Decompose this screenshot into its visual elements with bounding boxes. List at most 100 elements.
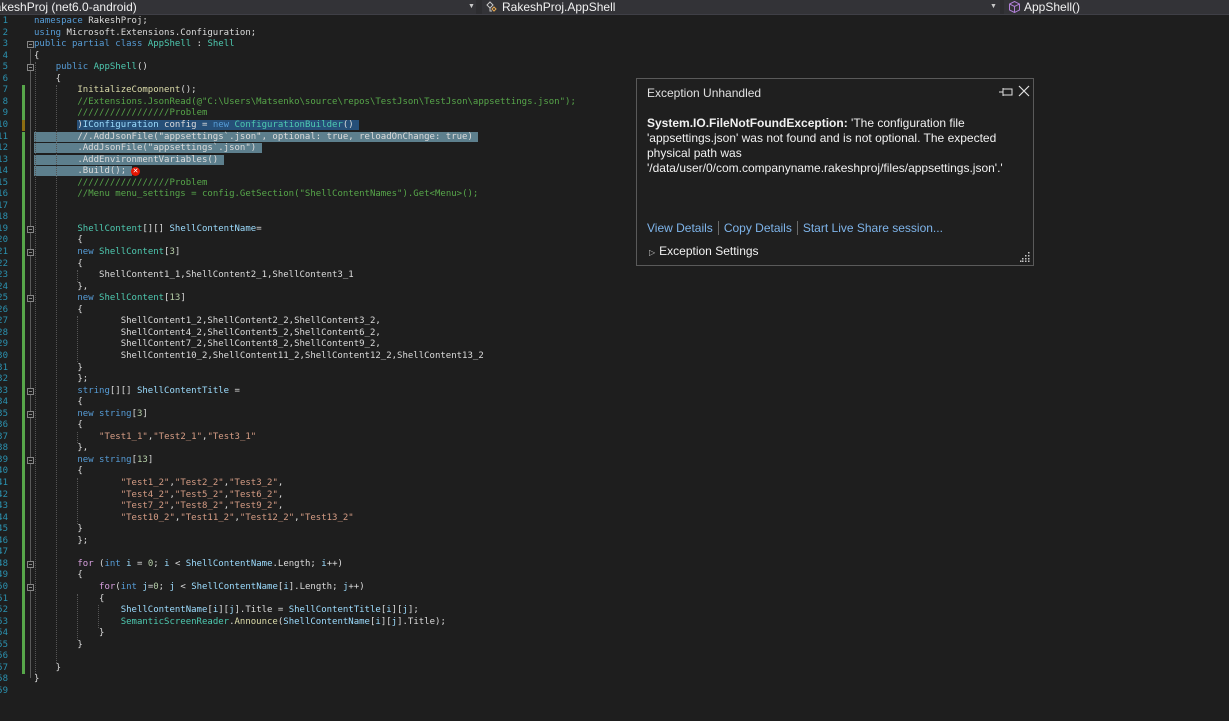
code-line[interactable]: 54 } — [0, 628, 1229, 640]
code-line[interactable]: 19 ShellContent[][] ShellContentName= — [0, 224, 1229, 236]
code-text: for (int i = 0; i < ShellContentName.Len… — [77, 558, 343, 569]
code-text: /////////////////Problem — [77, 108, 208, 119]
code-text: } — [34, 362, 83, 373]
collapse-toggle[interactable] — [27, 560, 34, 568]
code-line[interactable]: 21 new ShellContent[3] — [0, 247, 1229, 259]
code-line[interactable]: 15 /////////////////Problem — [0, 178, 1229, 190]
line-number: 53 — [0, 616, 8, 627]
code-line[interactable]: 14 .Build(); — [0, 166, 1229, 178]
code-line[interactable]: 13 .AddEnvironmentVariables() — [0, 154, 1229, 167]
code-editor[interactable]: 1 namespace RakeshProj; 2 using Microsoft.E… — [0, 15, 1229, 721]
collapse-toggle[interactable] — [27, 64, 34, 72]
collapse-toggle[interactable] — [27, 295, 34, 303]
code-line[interactable]: 23 ShellContent1_1,ShellContent2_1,Shell… — [0, 270, 1229, 282]
code-line[interactable]: 53 SemanticScreenReader.Announce(ShellCo… — [0, 617, 1229, 629]
code-line[interactable]: 11 //.AddJsonFile("appsettings`.json", o… — [0, 131, 1229, 144]
code-text: )IConfiguration config = new Configurati… — [77, 119, 360, 130]
code-line[interactable]: 7 InitializeComponent(); — [0, 85, 1229, 97]
code-line[interactable]: 50 for(int j=0; j < ShellContentName[i].… — [0, 582, 1229, 594]
code-line[interactable]: 57 } — [0, 663, 1229, 675]
code-line[interactable]: 35 new string[3] — [0, 409, 1229, 421]
code-line[interactable]: 18 — [0, 212, 1229, 224]
code-line[interactable]: 55 } — [0, 640, 1229, 652]
line-number: 22 — [0, 258, 8, 269]
code-line[interactable]: 34 { — [0, 397, 1229, 409]
code-line[interactable]: 38 }, — [0, 443, 1229, 455]
code-line[interactable]: 25 new ShellContent[13] — [0, 293, 1229, 305]
code-text: ShellContent10_2,ShellContent11_2,ShellC… — [34, 350, 484, 361]
code-line[interactable]: 1 namespace RakeshProj; — [0, 16, 1229, 28]
code-line[interactable]: 27 ShellContent1_2,ShellContent2_2,Shell… — [0, 316, 1229, 328]
resize-grip-icon[interactable] — [1020, 252, 1030, 262]
code-text: public partial class AppShell : Shell — [34, 39, 235, 50]
collapse-toggle[interactable] — [27, 225, 34, 233]
code-line[interactable]: 47 — [0, 547, 1229, 559]
code-line[interactable]: 12 .AddJsonFile("appsettings`.json") — [0, 143, 1229, 155]
code-line[interactable]: 31 } — [0, 363, 1229, 375]
collapse-toggle[interactable] — [27, 249, 34, 256]
code-line[interactable]: 20 { — [0, 235, 1229, 247]
code-line[interactable]: 2 using Microsoft.Extensions.Configuratio… — [0, 28, 1229, 40]
code-line[interactable]: 36 { — [0, 420, 1229, 432]
code-line[interactable]: 41 "Test1_2","Test2_2","Test3_2", — [0, 478, 1229, 490]
code-line[interactable]: 5 public AppShell() — [0, 62, 1229, 74]
code-line[interactable]: 42 "Test4_2","Test5_2","Test6_2", — [0, 490, 1229, 502]
code-line[interactable]: 10 )IConfiguration config = new Configur… — [0, 119, 1229, 132]
code-text: ShellContent1_2,ShellContent2_2,ShellCon… — [34, 316, 381, 327]
code-line[interactable]: 43 "Test7_2","Test8_2","Test9_2", — [0, 501, 1229, 513]
code-line[interactable]: 45 } — [0, 524, 1229, 536]
type-dropdown[interactable]: RakeshProj.AppShell ▼ — [482, 0, 1000, 14]
code-line[interactable]: 44 "Test10_2","Test11_2","Test12_2","Tes… — [0, 513, 1229, 525]
project-dropdown[interactable]: RakeshProj (net6.0-android) ▼ — [0, 0, 476, 14]
code-line[interactable]: 28 ShellContent4_2,ShellContent5_2,Shell… — [0, 328, 1229, 340]
close-icon[interactable] — [1017, 84, 1031, 98]
collapse-toggle[interactable] — [27, 41, 34, 49]
code-line[interactable]: 46 }; — [0, 536, 1229, 548]
code-line[interactable]: 22 { — [0, 259, 1229, 271]
code-line[interactable]: 49 { — [0, 570, 1229, 582]
collapse-toggle[interactable] — [27, 387, 34, 395]
code-line[interactable]: 48 for (int i = 0; i < ShellContentName.… — [0, 559, 1229, 571]
code-line[interactable]: 16 //Menu menu_settings = config.GetSect… — [0, 189, 1229, 201]
code-line[interactable]: 58} — [0, 674, 1229, 686]
code-line[interactable]: 26 { — [0, 305, 1229, 317]
code-line[interactable]: 6 { — [0, 74, 1229, 86]
code-text: }; — [34, 535, 89, 546]
live-share-link[interactable]: Start Live Share session... — [803, 221, 943, 235]
line-number: 35 — [0, 408, 8, 419]
code-line[interactable]: 39 new string[13] — [0, 455, 1229, 467]
code-line[interactable]: 30 ShellContent10_2,ShellContent11_2,She… — [0, 351, 1229, 363]
code-line[interactable]: 56 — [0, 651, 1229, 663]
line-number: 5 — [2, 62, 8, 73]
code-line[interactable]: 52 ShellContentName[i][j].Title = ShellC… — [0, 605, 1229, 617]
line-number: 10 — [0, 119, 8, 130]
collapse-toggle[interactable] — [27, 583, 34, 591]
code-line[interactable]: 40 { — [0, 466, 1229, 478]
code-line[interactable]: 37 "Test1_1","Test2_1","Test3_1" — [0, 432, 1229, 444]
code-line[interactable]: 24 }, — [0, 282, 1229, 294]
view-details-link[interactable]: View Details — [647, 221, 713, 235]
code-line[interactable]: 51 { — [0, 594, 1229, 606]
code-line[interactable]: 4{ — [0, 51, 1229, 63]
collapse-toggle[interactable] — [27, 410, 34, 418]
code-line[interactable]: 32 }; — [0, 374, 1229, 386]
code-line[interactable]: 9 /////////////////Problem — [0, 108, 1229, 120]
indent-guide — [56, 85, 57, 663]
line-number: 12 — [0, 143, 8, 154]
code-line[interactable]: 3 public partial class AppShell : Shell — [0, 39, 1229, 51]
pin-icon[interactable] — [999, 87, 1013, 97]
line-number: 15 — [0, 177, 8, 188]
code-text: } — [34, 524, 83, 535]
code-line[interactable]: 29 ShellContent7_2,ShellContent8_2,Shell… — [0, 339, 1229, 351]
code-text: new string[13] — [77, 454, 154, 465]
member-dropdown[interactable]: AppShell() — [1004, 0, 1229, 14]
line-number: 41 — [0, 478, 8, 488]
code-line[interactable]: 8 //Extensions.JsonRead(@"C:\Users\Matse… — [0, 97, 1229, 109]
code-line[interactable]: 33 string[][] ShellContentTitle = — [0, 386, 1229, 398]
indent-guide — [77, 431, 78, 444]
exception-settings-expander[interactable]: ▷ Exception Settings — [649, 244, 759, 258]
code-line[interactable]: 59 — [0, 686, 1229, 698]
copy-details-link[interactable]: Copy Details — [724, 221, 792, 235]
code-line[interactable]: 17 — [0, 201, 1229, 213]
collapse-toggle[interactable] — [27, 456, 34, 464]
